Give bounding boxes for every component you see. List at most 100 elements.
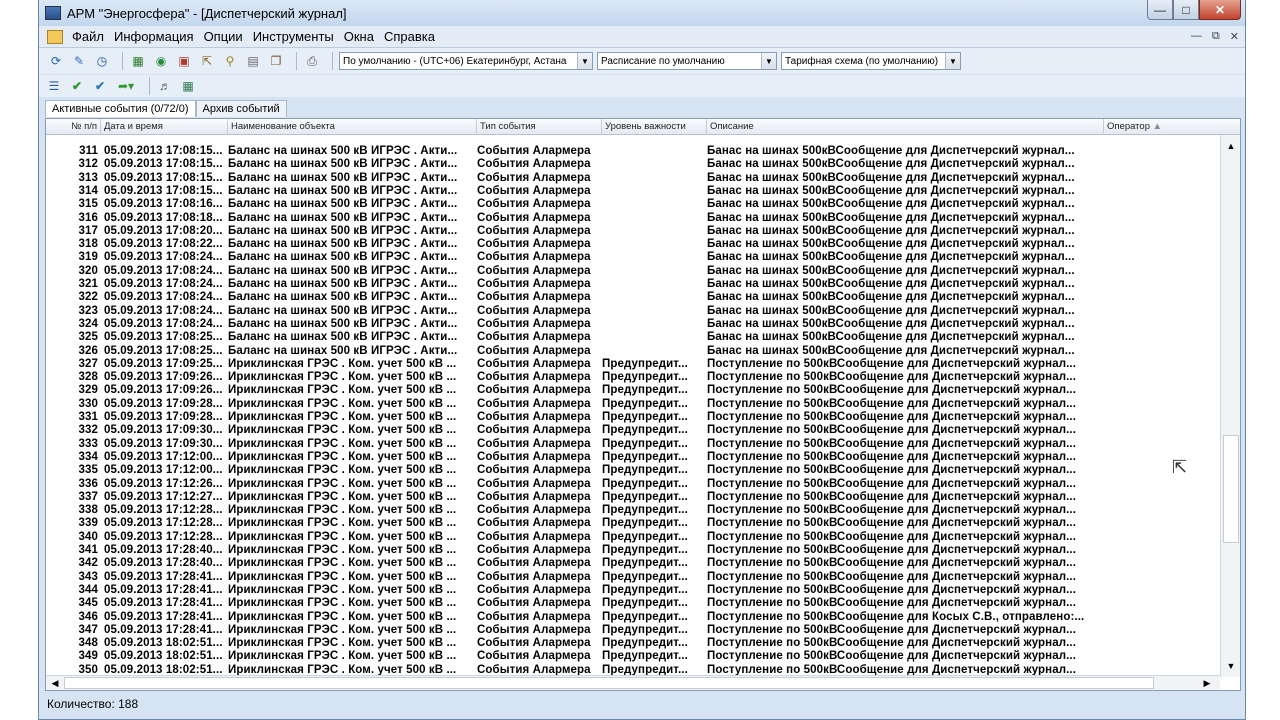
title-bar[interactable]: АРМ "Энергосфера" - [Диспетчерский журна…	[39, 0, 1245, 26]
table-row[interactable]: 340 05.09.2013 17:12:28... Ириклинская ГРЭ…	[46, 531, 1220, 544]
table-row[interactable]: 317 05.09.2013 17:08:20... Баланс на шинах…	[46, 225, 1220, 238]
table-row[interactable]: 311 05.09.2013 17:08:15... Баланс на шинах…	[46, 145, 1220, 158]
table-row[interactable]: 326 05.09.2013 17:08:25... Баланс на шинах…	[46, 345, 1220, 358]
menu-file[interactable]: Файл	[67, 29, 109, 44]
horizontal-scrollbar[interactable]: ◀ ▶	[46, 675, 1220, 690]
check-all-icon[interactable]: ✔	[91, 77, 109, 95]
table-row[interactable]: 341 05.09.2013 17:28:40... Ириклинская ГРЭ…	[46, 544, 1220, 557]
cell-severity: Предупредит...	[602, 450, 688, 463]
print-icon[interactable]: ⎙	[303, 52, 321, 70]
forward-icon[interactable]: ➦▾	[114, 77, 138, 95]
column-header-datetime[interactable]: Дата и время	[101, 119, 228, 135]
calc-icon[interactable]: ▦	[179, 77, 197, 95]
tab-events-archive[interactable]: Архив событий	[195, 100, 287, 117]
tariff-select[interactable]: Тарифная схема (по умолчанию) ▼	[781, 52, 961, 70]
column-header-description[interactable]: Описание	[707, 119, 1104, 135]
table-row[interactable]: 313 05.09.2013 17:08:15... Баланс на шинах…	[46, 172, 1220, 185]
document-icon[interactable]	[47, 29, 63, 44]
cell-description: Банас на шинах 500кВСообщение для Диспет…	[707, 331, 1075, 344]
mdi-minimize-icon[interactable]: —	[1191, 30, 1202, 43]
table-row[interactable]: 333 05.09.2013 17:09:30... Ириклинская ГРЭ…	[46, 438, 1220, 451]
maximize-button[interactable]: □	[1173, 0, 1199, 20]
table-row[interactable]: 346 05.09.2013 17:28:41... Ириклинская ГРЭ…	[46, 611, 1220, 624]
table-row[interactable]: 349 05.09.2013 18:02:51... Ириклинская ГРЭ…	[46, 650, 1220, 663]
alarm-clock-icon[interactable]: ◷	[93, 52, 111, 70]
schedule-select[interactable]: Расписание по умолчанию ▼	[597, 52, 777, 70]
scroll-down-icon[interactable]: ▼	[1223, 658, 1239, 674]
table-row[interactable]: 327 05.09.2013 17:09:25... Ириклинская ГРЭ…	[46, 358, 1220, 371]
scroll-left-icon[interactable]: ◀	[48, 676, 62, 690]
list-icon[interactable]: ☰	[45, 77, 63, 95]
chart-icon[interactable]: ▦	[129, 52, 147, 70]
copy-icon[interactable]: ❐	[267, 52, 285, 70]
table-row[interactable]: 330 05.09.2013 17:09:28... Ириклинская ГРЭ…	[46, 398, 1220, 411]
table-row[interactable]: 342 05.09.2013 17:28:40... Ириклинская ГРЭ…	[46, 557, 1220, 570]
table-row[interactable]: 324 05.09.2013 17:08:24... Баланс на шинах…	[46, 318, 1220, 331]
scroll-thumb[interactable]	[1223, 435, 1239, 543]
column-header-number[interactable]: № п/п	[46, 119, 101, 135]
chevron-down-icon[interactable]: ▼	[945, 53, 960, 69]
table-row[interactable]: 343 05.09.2013 17:28:41... Ириклинская ГРЭ…	[46, 571, 1220, 584]
table-row[interactable]: 323 05.09.2013 17:08:24... Баланс на шинах…	[46, 305, 1220, 318]
mdi-close-icon[interactable]: ✕	[1230, 30, 1239, 43]
cell-number: 313	[78, 171, 98, 184]
table-row[interactable]: 336 05.09.2013 17:12:26... Ириклинская ГРЭ…	[46, 478, 1220, 491]
search-icon[interactable]: ⚲	[221, 52, 239, 70]
table-row[interactable]: 325 05.09.2013 17:08:25... Баланс на шинах…	[46, 331, 1220, 344]
cell-number: 312	[78, 158, 98, 171]
menu-tools[interactable]: Инструменты	[248, 29, 339, 44]
minimize-button[interactable]: —	[1147, 0, 1173, 20]
menu-info[interactable]: Информация	[109, 29, 199, 44]
cell-event-type: События Алармера	[477, 251, 591, 264]
check-icon[interactable]: ✔	[68, 77, 86, 95]
table-row[interactable]: 315 05.09.2013 17:08:16... Баланс на шинах…	[46, 198, 1220, 211]
sound-icon[interactable]: ♬	[156, 77, 174, 95]
export-icon[interactable]: ⇱	[198, 52, 216, 70]
tab-active-events[interactable]: Активные события (0/72/0)	[45, 100, 196, 117]
table-row[interactable]: 316 05.09.2013 17:08:18... Баланс на шинах…	[46, 212, 1220, 225]
table-row[interactable]: 320 05.09.2013 17:08:24... Баланс на шинах…	[46, 265, 1220, 278]
table-row[interactable]: 321 05.09.2013 17:08:24... Баланс на шинах…	[46, 278, 1220, 291]
menu-windows[interactable]: Окна	[339, 29, 379, 44]
print-preview-icon[interactable]: ▤	[244, 52, 262, 70]
table-row[interactable]: 312 05.09.2013 17:08:15... Баланс на шинах…	[46, 158, 1220, 171]
column-header-operator[interactable]: Оператор ▲	[1104, 119, 1240, 135]
table-row[interactable]: 329 05.09.2013 17:09:26... Ириклинская ГРЭ…	[46, 384, 1220, 397]
vertical-scrollbar[interactable]: ▲ ▼	[1220, 135, 1240, 677]
table-row[interactable]: 338 05.09.2013 17:12:28... Ириклинская ГРЭ…	[46, 504, 1220, 517]
table-row[interactable]: 332 05.09.2013 17:09:30... Ириклинская ГРЭ…	[46, 424, 1220, 437]
table-row[interactable]: 347 05.09.2013 17:28:41... Ириклинская ГРЭ…	[46, 624, 1220, 637]
table-row[interactable]: 337 05.09.2013 17:12:27... Ириклинская ГРЭ…	[46, 491, 1220, 504]
column-header-severity[interactable]: Уровень важности	[602, 119, 707, 135]
refresh-icon[interactable]: ⟳	[47, 52, 65, 70]
table-icon[interactable]: ▣	[175, 52, 193, 70]
table-row[interactable]: 318 05.09.2013 17:08:22... Баланс на шинах…	[46, 238, 1220, 251]
column-header-event-type[interactable]: Тип события	[477, 119, 602, 135]
table-row[interactable]: 314 05.09.2013 17:08:15... Баланс на шинах…	[46, 185, 1220, 198]
close-button[interactable]: ✕	[1199, 0, 1241, 20]
table-row[interactable]: 348 05.09.2013 18:02:51... Ириклинская ГРЭ…	[46, 637, 1220, 650]
table-row[interactable]: 339 05.09.2013 17:12:28... Ириклинская ГРЭ…	[46, 517, 1220, 530]
table-row[interactable]: 319 05.09.2013 17:08:24... Баланс на шинах…	[46, 251, 1220, 264]
table-row[interactable]: 345 05.09.2013 17:28:41... Ириклинская ГРЭ…	[46, 597, 1220, 610]
table-row[interactable]: 322 05.09.2013 17:08:24... Баланс на шинах…	[46, 291, 1220, 304]
scroll-right-icon[interactable]: ▶	[1200, 676, 1214, 690]
column-header-object[interactable]: Наименование объекта	[228, 119, 477, 135]
globe-icon[interactable]: ◉	[152, 52, 170, 70]
cell-severity: Предупредит...	[602, 517, 688, 530]
table-row[interactable]: 331 05.09.2013 17:09:28... Ириклинская ГРЭ…	[46, 411, 1220, 424]
timezone-select[interactable]: По умолчанию - (UTC+06) Екатеринбург, Ас…	[339, 52, 593, 70]
menu-options[interactable]: Опции	[199, 29, 248, 44]
scroll-up-icon[interactable]: ▲	[1223, 138, 1239, 154]
edit-icon[interactable]: ✎	[70, 52, 88, 70]
chevron-down-icon[interactable]: ▼	[761, 53, 776, 69]
mdi-restore-icon[interactable]: ⧉	[1212, 30, 1220, 43]
table-row[interactable]: 344 05.09.2013 17:28:41... Ириклинская ГРЭ…	[46, 584, 1220, 597]
table-row[interactable]: 334 05.09.2013 17:12:00... Ириклинская ГРЭ…	[46, 451, 1220, 464]
table-row[interactable]: 328 05.09.2013 17:09:26... Ириклинская ГРЭ…	[46, 371, 1220, 384]
cell-description: Поступление по 500кВСообщение для Диспет…	[707, 650, 1077, 663]
scroll-thumb-h[interactable]	[64, 677, 1154, 689]
table-row[interactable]: 335 05.09.2013 17:12:00... Ириклинская ГРЭ…	[46, 464, 1220, 477]
chevron-down-icon[interactable]: ▼	[577, 53, 592, 69]
menu-help[interactable]: Справка	[379, 29, 440, 44]
